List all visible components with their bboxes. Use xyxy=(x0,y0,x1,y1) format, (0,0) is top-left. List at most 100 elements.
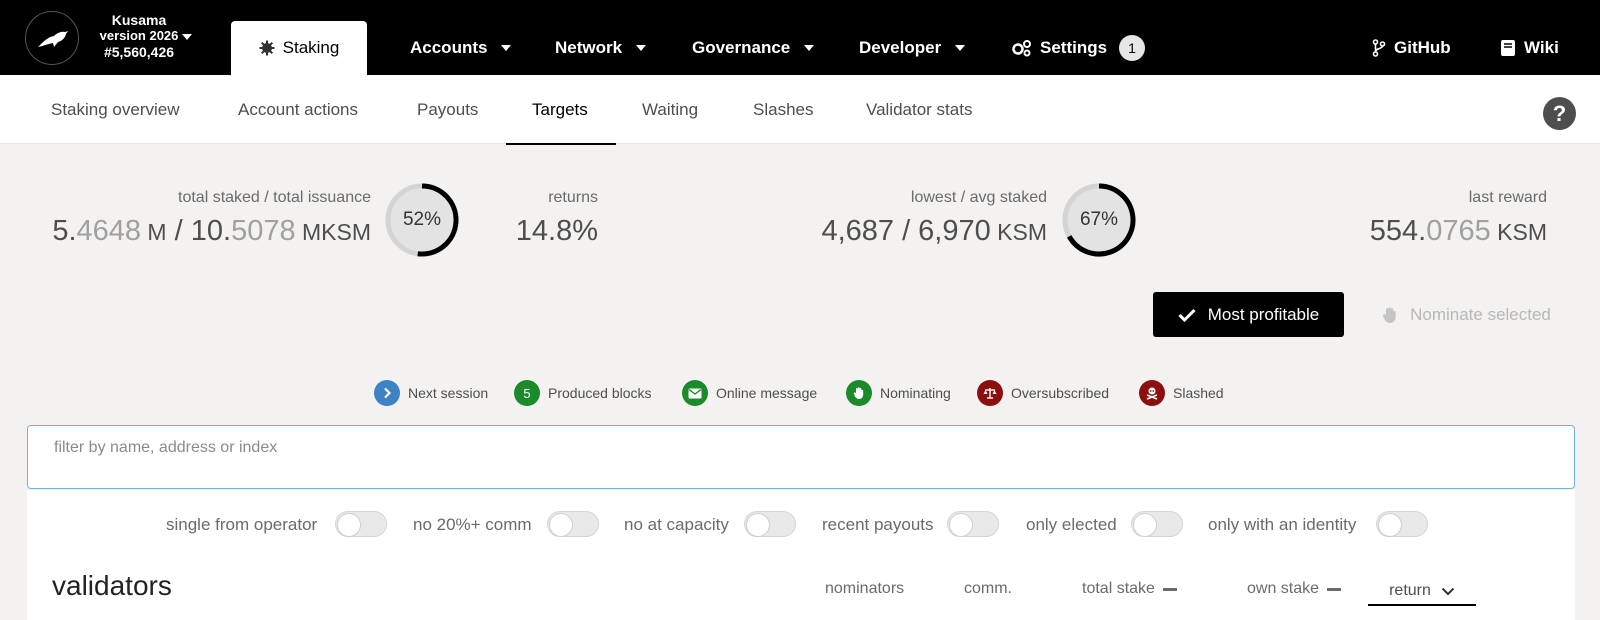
toggle-single-from-operator-label: single from operator xyxy=(166,515,318,534)
skull-crossbones-icon xyxy=(1139,380,1165,406)
subnav-staking-overview[interactable]: Staking overview xyxy=(51,75,180,144)
settings-badge: 1 xyxy=(1119,35,1146,61)
envelope-icon xyxy=(682,380,708,406)
filter-input[interactable] xyxy=(54,436,1534,460)
sort-select-value: return xyxy=(1389,582,1431,599)
total-issuance-int: 10. xyxy=(190,215,232,247)
toggle-only-with-identity-label: only with an identity xyxy=(1208,515,1357,534)
last-reward-value: 554.0765 KSM xyxy=(1320,215,1547,248)
lowest-avg-label: lowest / avg staked xyxy=(910,189,1047,206)
most-profitable-label: Most profitable xyxy=(1207,304,1320,324)
validators-panel xyxy=(27,490,1575,620)
toggle-no-at-capacity[interactable] xyxy=(744,511,796,537)
code-branch-icon xyxy=(1372,39,1386,57)
last-reward-unit: KSM xyxy=(1490,219,1547,245)
toggle-recent-payouts[interactable] xyxy=(947,511,999,537)
toggle-only-with-identity[interactable] xyxy=(1376,511,1428,537)
menu-network[interactable]: Network xyxy=(555,21,647,75)
staking-gear-icon xyxy=(259,40,275,56)
col-own-stake-label: own stake xyxy=(1247,580,1320,597)
last-reward-dec: 0765 xyxy=(1426,215,1491,247)
caret-down-icon xyxy=(501,45,512,51)
caret-down-icon xyxy=(636,45,647,51)
legend-slashed-label: Slashed xyxy=(1173,385,1224,401)
cogs-icon xyxy=(1012,40,1031,57)
nominate-selected-button[interactable]: Nominate selected xyxy=(1369,292,1564,337)
check-icon xyxy=(1178,308,1196,322)
last-reward-int: 554. xyxy=(1369,215,1427,247)
legend-nominating: Nominating xyxy=(846,379,951,407)
legend-online-message: Online message xyxy=(682,379,817,407)
menu-accounts-label: Accounts xyxy=(410,38,488,57)
subnav-validator-stats[interactable]: Validator stats xyxy=(866,75,972,144)
returns-label: returns xyxy=(548,189,598,206)
col-nominators[interactable]: nominators xyxy=(825,580,904,598)
subnav-targets[interactable]: Targets xyxy=(532,75,588,144)
toggle-only-elected-label: only elected xyxy=(1026,515,1117,534)
chain-version: version 2026 xyxy=(99,28,179,43)
chain-name: Kusama xyxy=(111,12,167,28)
col-nominators-label: nominators xyxy=(825,580,905,597)
staked-percent-text: 52% xyxy=(402,209,442,230)
total-staked-value: 5.4648 M / 10.5078 MKSM xyxy=(40,215,371,248)
total-sep: / xyxy=(166,215,191,247)
top-bar: Kusama version 2026 #5,560,426 Staking A… xyxy=(0,0,1600,75)
book-icon xyxy=(1501,40,1515,56)
toggle-recent-payouts-label: recent payouts xyxy=(822,515,934,534)
subnav-account-actions[interactable]: Account actions xyxy=(238,75,358,144)
menu-developer[interactable]: Developer xyxy=(859,21,966,75)
subnav-payouts[interactable]: Payouts xyxy=(417,75,478,144)
sort-toggle-icon xyxy=(1327,587,1342,591)
menu-accounts[interactable]: Accounts xyxy=(410,21,512,75)
col-total-stake[interactable]: total stake xyxy=(1082,580,1177,598)
legend-oversubscribed: Oversubscribed xyxy=(977,379,1109,407)
legend-produced-blocks: 5 Produced blocks xyxy=(514,379,652,407)
tab-staking[interactable]: Staking xyxy=(231,21,367,75)
menu-network-label: Network xyxy=(555,38,623,57)
hand-paper-icon xyxy=(1383,306,1396,323)
sub-navigation: Staking overview Account actions Payouts… xyxy=(0,75,1600,144)
github-label: GitHub xyxy=(1394,38,1451,57)
col-commission[interactable]: comm. xyxy=(964,580,1012,598)
lowest-avg-percent-text: 67% xyxy=(1079,209,1119,230)
github-link[interactable]: GitHub xyxy=(1372,21,1451,75)
menu-developer-label: Developer xyxy=(859,38,942,57)
legend-oversubscribed-label: Oversubscribed xyxy=(1011,385,1110,401)
lowest-avg-unit: KSM xyxy=(990,219,1047,245)
total-issuance-dec: 5078 xyxy=(231,215,296,247)
lowest-avg-number: 4,687 / 6,970 xyxy=(821,215,991,247)
toggle-no-20-comm[interactable] xyxy=(547,511,599,537)
toggle-single-from-operator[interactable] xyxy=(335,511,387,537)
subnav-slashes[interactable]: Slashes xyxy=(753,75,813,144)
wiki-link[interactable]: Wiki xyxy=(1500,21,1559,75)
menu-settings[interactable]: Settings 1 xyxy=(1010,21,1146,75)
active-tab-underline xyxy=(506,143,616,145)
produced-blocks-count-icon: 5 xyxy=(514,380,540,406)
sort-toggle-icon xyxy=(1162,587,1177,591)
total-staked-unit: M xyxy=(141,219,167,245)
toggle-no-at-capacity-label: no at capacity xyxy=(624,515,729,534)
chain-info[interactable]: Kusama version 2026 #5,560,426 xyxy=(84,12,194,60)
total-staked-label: total staked / total issuance xyxy=(178,189,371,206)
most-profitable-button[interactable]: Most profitable xyxy=(1153,292,1344,337)
total-issuance-unit: MKSM xyxy=(295,219,371,245)
subnav-waiting[interactable]: Waiting xyxy=(642,75,698,144)
legend-online-message-label: Online message xyxy=(716,385,818,401)
col-commission-label: comm. xyxy=(964,580,1012,597)
help-icon[interactable]: ? xyxy=(1543,97,1576,130)
toggle-only-elected[interactable] xyxy=(1131,511,1183,537)
chain-block-number: #5,560,426 xyxy=(103,44,175,60)
legend-produced-blocks-label: Produced blocks xyxy=(548,385,652,401)
menu-settings-label: Settings xyxy=(1040,38,1108,57)
caret-down-icon xyxy=(955,45,966,51)
chevron-down-icon xyxy=(1441,587,1455,595)
kusama-bird-icon[interactable] xyxy=(25,11,79,65)
validators-title: validators xyxy=(52,570,172,601)
col-own-stake[interactable]: own stake xyxy=(1247,580,1342,598)
returns-value: 14.8% xyxy=(515,215,598,247)
menu-governance[interactable]: Governance xyxy=(692,21,815,75)
sort-select[interactable]: return xyxy=(1368,578,1476,606)
chain-dropdown-icon[interactable] xyxy=(182,34,192,40)
menu-governance-label: Governance xyxy=(692,38,791,57)
col-total-stake-label: total stake xyxy=(1082,580,1155,597)
